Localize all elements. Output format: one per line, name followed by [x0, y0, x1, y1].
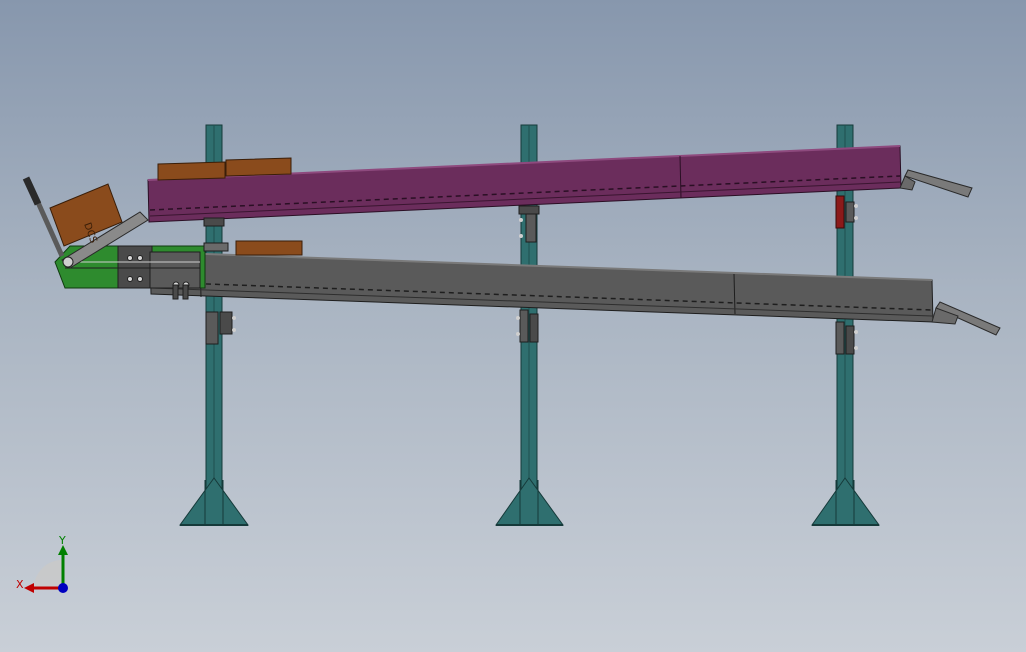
- lower-conveyor-outfeed-chute: [931, 301, 1001, 336]
- lower-conveyor[interactable]: [149, 251, 934, 323]
- carton-box-upper-2: [225, 157, 292, 177]
- model-view[interactable]: DCS Y X: [0, 0, 1026, 652]
- graphics-viewport[interactable]: DCS Y X: [0, 0, 1026, 652]
- mount-bracket-lower-middle: [516, 309, 539, 343]
- x-axis-label: X: [16, 578, 24, 591]
- carton-box-lower: [235, 240, 303, 256]
- reference-triad[interactable]: Y X: [16, 534, 68, 593]
- upper-conveyor-outfeed-chute: [899, 169, 973, 198]
- mount-bracket-lower-right: [835, 321, 858, 355]
- y-axis-label: Y: [58, 534, 66, 547]
- z-axis-dot: [58, 583, 68, 593]
- carton-box-upper-1: [157, 161, 226, 181]
